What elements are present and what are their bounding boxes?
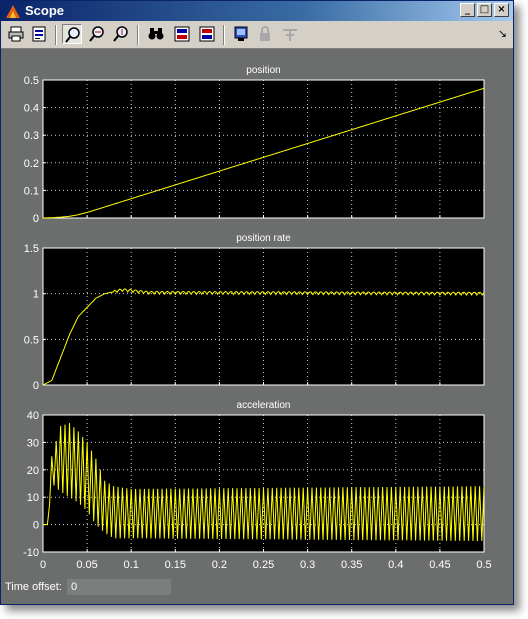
print-button[interactable] (6, 24, 26, 44)
y-tick-label: 0.5 (24, 334, 39, 346)
zoom-icon (65, 27, 80, 43)
save-axes-icon (174, 26, 190, 42)
minimize-button[interactable]: _ (460, 3, 475, 17)
save-axes-button[interactable] (172, 24, 192, 44)
print-icon (8, 26, 24, 42)
axes-title: position rate (236, 233, 291, 244)
restore-axes-icon (199, 26, 215, 42)
zoom-button[interactable] (62, 24, 82, 44)
y-tick-label: 0.3 (24, 130, 39, 142)
x-tick-label: 0.5 (476, 559, 491, 571)
window-title: Scope (25, 3, 65, 18)
floating-scope-button[interactable] (231, 24, 251, 44)
autoscale-binoculars-icon (148, 28, 164, 40)
lock-icon (260, 26, 270, 41)
y-tick-label: 1 (33, 289, 39, 301)
zoom-y-icon (113, 26, 128, 42)
x-tick-label: 0.4 (388, 559, 403, 571)
scope-window: Scope _ □ × ↘ position 0 0.1 0.2 0.3 0.4… (0, 0, 514, 605)
y-tick-label: 0.2 (24, 158, 39, 170)
floating-scope-icon (234, 26, 248, 41)
toolbar: ↘ (1, 21, 513, 49)
maximize-button[interactable]: □ (477, 3, 492, 17)
title-bar[interactable]: Scope _ □ × (1, 1, 513, 21)
x-tick-label: 0.35 (341, 559, 362, 571)
x-tick-label: 0.25 (253, 559, 274, 571)
y-tick-label: 30 (27, 437, 39, 449)
close-button[interactable]: × (494, 3, 509, 17)
y-tick-label: 0.4 (24, 103, 39, 115)
y-tick-label: 40 (27, 410, 39, 422)
signal-selection-icon (283, 29, 297, 41)
parameters-icon (32, 26, 46, 42)
simulink-scope-icon (5, 3, 21, 19)
lock-button[interactable] (255, 24, 275, 44)
y-tick-label: 0.5 (24, 75, 39, 87)
scope-plots[interactable]: position 0 0.1 0.2 0.3 0.4 0.5 position rate 0 0.… (1, 49, 513, 577)
axes-title: position (246, 65, 280, 76)
axes-title: acceleration (237, 400, 291, 411)
x-tick-label: 0.45 (429, 559, 450, 571)
y-tick-label: 0.1 (24, 185, 39, 197)
y-tick-label: 10 (27, 492, 39, 504)
zoom-y-button[interactable] (111, 24, 131, 44)
y-tick-label: -10 (23, 547, 39, 559)
dock-arrow-icon[interactable]: ↘ (498, 27, 507, 40)
signal-selection-button[interactable] (280, 24, 300, 44)
y-tick-label: 0 (33, 213, 39, 225)
restore-axes-button[interactable] (197, 24, 217, 44)
x-tick-label: 0.1 (124, 559, 139, 571)
zoom-x-icon (89, 26, 104, 42)
y-tick-label: 1.5 (24, 243, 39, 255)
autoscale-button[interactable] (146, 24, 166, 44)
x-tick-label: 0.05 (76, 559, 97, 571)
parameters-button[interactable] (29, 24, 49, 44)
x-tick-label: 0.3 (300, 559, 315, 571)
x-tick-label: 0.2 (212, 559, 227, 571)
y-tick-label: 0 (33, 520, 39, 532)
x-tick-label: 0 (40, 559, 46, 571)
y-tick-label: 20 (27, 465, 39, 477)
x-tick-label: 0.15 (165, 559, 186, 571)
time-offset-label: Time offset: (5, 581, 62, 593)
zoom-x-button[interactable] (87, 24, 107, 44)
time-offset-value: 0 (67, 579, 171, 595)
y-tick-label: 0 (33, 380, 39, 392)
